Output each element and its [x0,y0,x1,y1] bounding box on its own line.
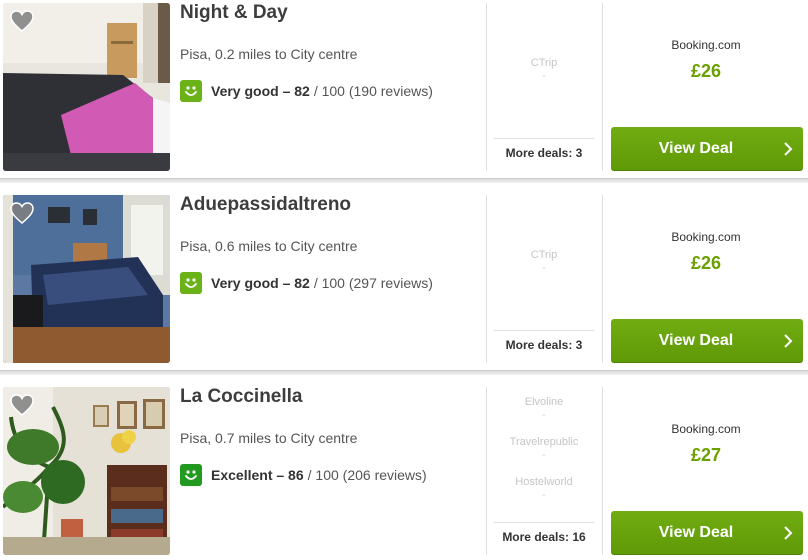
view-deal-button[interactable]: View Deal [611,511,803,555]
heart-icon[interactable] [10,394,34,416]
more-deals-link[interactable]: More deals: 16 [494,530,594,544]
rating-score: / 100 (297 reviews) [313,275,433,291]
hotel-card: Aduepassidaltreno Pisa, 0.6 miles to Cit… [0,192,808,368]
provider-name: Booking.com [671,230,741,244]
price[interactable]: £27 [608,445,804,466]
other-deal[interactable]: Elvoline - [525,396,564,422]
chevron-right-icon [773,141,803,156]
view-deal-button[interactable]: View Deal [611,127,803,171]
price[interactable]: £26 [608,253,804,274]
divider [486,195,487,363]
other-provider-name: CTrip [530,56,558,69]
other-provider-price: - [542,489,546,501]
divider [494,138,594,139]
divider [486,387,487,555]
other-deal[interactable]: CTrip - [531,57,557,83]
view-deal-label: View Deal [658,523,734,541]
divider [602,387,603,555]
chevron-right-icon [773,333,803,348]
provider-name: Booking.com [671,422,741,436]
view-deal-button[interactable]: View Deal [611,319,803,363]
heart-icon[interactable] [10,10,34,32]
rating-label: Very good – 82 [211,275,310,291]
provider-name: Booking.com [671,38,741,52]
hotel-card: La Coccinella Pisa, 0.7 miles to City ce… [0,384,808,560]
hotel-photo[interactable] [3,3,170,171]
divider [602,195,603,363]
rating-score: / 100 (190 reviews) [313,83,433,99]
divider [486,3,487,171]
other-provider-name: CTrip [530,248,558,261]
other-provider-price: - [542,69,546,82]
other-provider-price: - [542,409,546,421]
hotel-name[interactable]: Night & Day [180,2,288,24]
rating: Excellent – 86 / 100 (206 reviews) [180,463,427,487]
view-deal-label: View Deal [658,139,734,157]
price[interactable]: £26 [608,61,804,82]
other-deals: CTrip - [494,195,594,328]
other-provider-price: - [542,261,546,274]
more-deals-link[interactable]: More deals: 3 [494,338,594,352]
other-provider-name: Hostelworld [515,476,573,488]
other-provider-name: Travelrepublic [509,436,579,448]
hotel-photo[interactable] [3,195,170,363]
hotel-photo[interactable] [3,387,170,555]
separator [0,178,808,183]
divider [602,3,603,171]
hotel-card: Night & Day Pisa, 0.2 miles to City cent… [0,0,808,176]
hotel-location: Pisa, 0.6 miles to City centre [180,238,358,254]
divider [494,522,594,523]
smiley-icon [180,80,202,102]
other-deal[interactable]: Hostelworld - [515,476,572,502]
smiley-icon [180,272,202,294]
other-deal[interactable]: Travelrepublic - [510,436,579,462]
smiley-icon [180,464,202,486]
rating: Very good – 82 / 100 (190 reviews) [180,79,433,103]
rating-label: Very good – 82 [211,83,310,99]
other-deals: Elvoline - Travelrepublic - Hostelworld … [494,396,594,516]
view-deal-label: View Deal [658,331,734,349]
rating: Very good – 82 / 100 (297 reviews) [180,271,433,295]
other-provider-price: - [542,449,546,461]
other-provider-name: Elvoline [524,396,564,408]
chevron-right-icon [773,525,803,540]
other-deals: CTrip - [494,3,594,136]
divider [494,330,594,331]
hotel-location: Pisa, 0.2 miles to City centre [180,46,358,62]
separator [0,370,808,375]
rating-score: / 100 (206 reviews) [307,467,427,483]
other-deal[interactable]: CTrip - [531,249,557,275]
rating-label: Excellent – 86 [211,467,304,483]
hotel-location: Pisa, 0.7 miles to City centre [180,430,358,446]
hotel-name[interactable]: La Coccinella [180,386,303,408]
hotel-name[interactable]: Aduepassidaltreno [180,194,351,216]
heart-icon[interactable] [10,202,34,224]
more-deals-link[interactable]: More deals: 3 [494,146,594,160]
